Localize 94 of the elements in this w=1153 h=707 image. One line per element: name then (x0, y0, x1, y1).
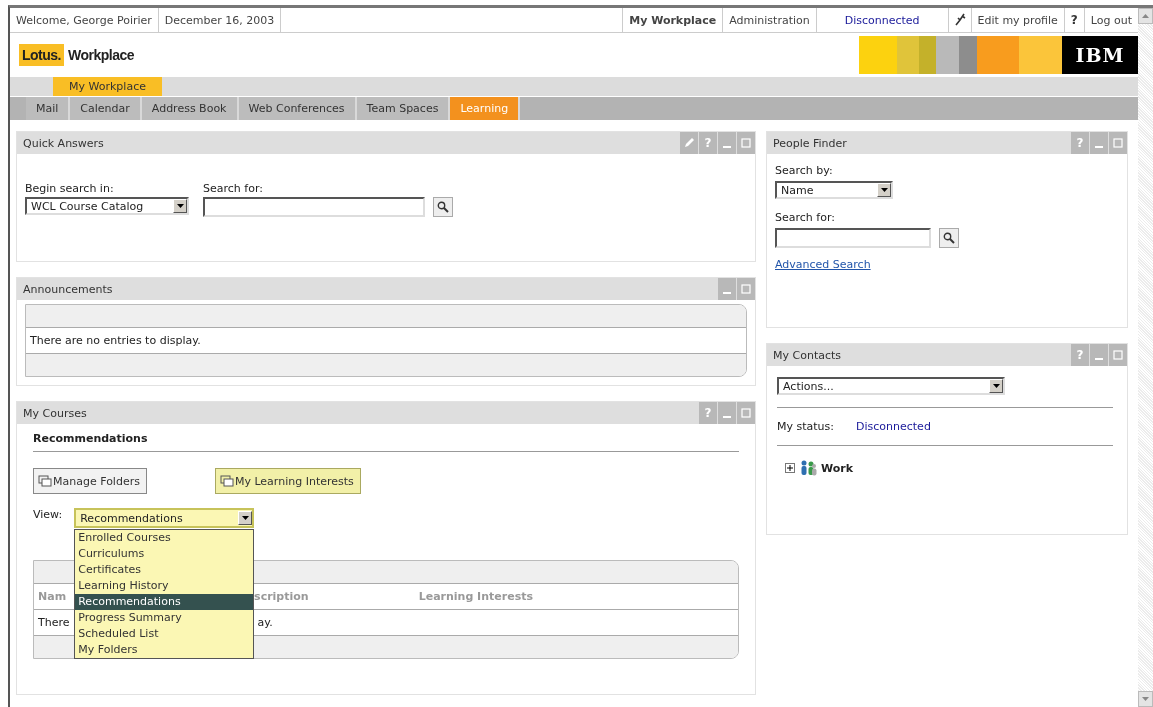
nav-tab[interactable]: Web Conferences (238, 97, 357, 120)
view-option[interactable]: Progress Summary (75, 610, 254, 626)
maximize-button[interactable] (1109, 132, 1127, 154)
view-option[interactable]: My Folders (75, 642, 254, 658)
column-header: scription (254, 590, 309, 603)
panel-title: People Finder (772, 135, 848, 152)
field-label: Search by: (775, 164, 833, 177)
status-value: Disconnected (856, 420, 931, 433)
search-icon (437, 201, 449, 213)
nav-tab[interactable]: Calendar (70, 97, 142, 120)
maximize-icon (741, 284, 751, 294)
view-option[interactable]: Learning History (75, 578, 254, 594)
minimize-icon (723, 146, 731, 148)
maximize-icon (1113, 350, 1123, 360)
expand-icon[interactable] (785, 463, 795, 473)
view-label: View: (33, 508, 63, 521)
panel-title: My Contacts (772, 347, 843, 364)
down-arrow-icon (1142, 697, 1149, 701)
nav-link[interactable]: My Workplace (623, 8, 724, 32)
view-option[interactable]: Certificates (75, 562, 254, 578)
up-arrow-icon (1142, 14, 1149, 18)
field-label: Search for: (775, 211, 835, 224)
minimize-button[interactable] (1090, 344, 1108, 366)
search-field[interactable] (775, 228, 931, 248)
scroll-down-button[interactable] (1138, 691, 1153, 707)
minimize-button[interactable] (1090, 132, 1108, 154)
maximize-button[interactable] (737, 278, 755, 300)
place-tab[interactable]: My Workplace (53, 77, 162, 96)
minimize-icon (723, 292, 731, 294)
maximize-icon (1113, 138, 1123, 148)
date-text: December 16, 2003 (158, 8, 282, 32)
column-header: Learning Interests (418, 590, 533, 603)
actions-dropdown[interactable]: Actions... (777, 377, 1005, 395)
caret-icon (176, 204, 184, 208)
minimize-icon (1095, 358, 1103, 360)
nav-tab[interactable]: Mail (26, 97, 71, 120)
pencil-icon (683, 137, 695, 149)
panel-title: Quick Answers (22, 135, 105, 152)
product-name: Workplace (68, 47, 135, 63)
help-link[interactable]: ? (1064, 8, 1085, 32)
connection-status: Disconnected (816, 8, 949, 32)
view-option[interactable]: Recommendations (75, 594, 254, 610)
empty-message: There (38, 616, 70, 629)
empty-message: ay. (257, 616, 273, 629)
field-label: Begin search in: (25, 182, 115, 195)
search-field[interactable] (203, 197, 425, 217)
caret-icon (241, 516, 249, 520)
edit-profile-link[interactable]: Edit my profile (971, 8, 1065, 32)
nav-link[interactable]: Administration (723, 8, 817, 32)
field-label: Search for: (203, 182, 264, 195)
nav-tab[interactable]: Team Spaces (356, 97, 451, 120)
caret-icon (992, 384, 1000, 388)
minimize-button[interactable] (718, 278, 736, 300)
search-icon (943, 232, 955, 244)
status-label: My status: (777, 420, 834, 433)
maximize-icon (741, 408, 751, 418)
scrollbar[interactable] (1138, 8, 1153, 707)
logout-link[interactable]: Log out (1084, 8, 1138, 32)
edit-button[interactable] (680, 132, 698, 154)
welcome-text: Welcome, George Poirier (10, 8, 159, 32)
panel-title: Announcements (22, 281, 114, 298)
search-by-dropdown[interactable]: Name (775, 181, 893, 199)
minimize-button[interactable] (718, 402, 736, 424)
view-option[interactable]: Curriculums (75, 546, 254, 562)
nav-tab[interactable]: Address Book (141, 97, 239, 120)
caret-icon (880, 188, 888, 192)
empty-message: There are no entries to display. (30, 334, 201, 347)
minimize-icon (1095, 146, 1103, 148)
minimize-button[interactable] (718, 132, 736, 154)
lotus-logo: Lotus. (19, 44, 64, 66)
folder-button[interactable]: Manage Folders (33, 468, 147, 494)
view-dropdown[interactable]: Recommendations (74, 508, 255, 528)
folders-icon (219, 475, 234, 487)
search-button[interactable] (433, 197, 453, 217)
folders-icon (38, 475, 52, 487)
maximize-icon (741, 138, 751, 148)
people-icon (799, 460, 817, 476)
maximize-button[interactable] (1109, 344, 1127, 366)
view-option[interactable]: Scheduled List (75, 626, 254, 642)
maximize-button[interactable] (737, 402, 755, 424)
search-button[interactable] (939, 228, 959, 248)
advanced-search-link[interactable]: Advanced Search (775, 258, 871, 271)
wrench-icon[interactable] (953, 13, 966, 27)
minimize-icon (723, 416, 731, 418)
scope-dropdown[interactable]: WCL Course Catalog (25, 197, 189, 215)
folder-button[interactable]: My Learning Interests (214, 468, 361, 494)
maximize-button[interactable] (737, 132, 755, 154)
ibm-logo: IBM (1062, 36, 1138, 74)
view-option[interactable]: Enrolled Courses (75, 530, 254, 546)
panel-title: My Courses (22, 405, 88, 422)
group-name[interactable]: Work (821, 461, 854, 475)
section-heading: Recommendations (33, 432, 739, 452)
scroll-up-button[interactable] (1138, 8, 1153, 24)
column-header: Nam (38, 590, 67, 603)
